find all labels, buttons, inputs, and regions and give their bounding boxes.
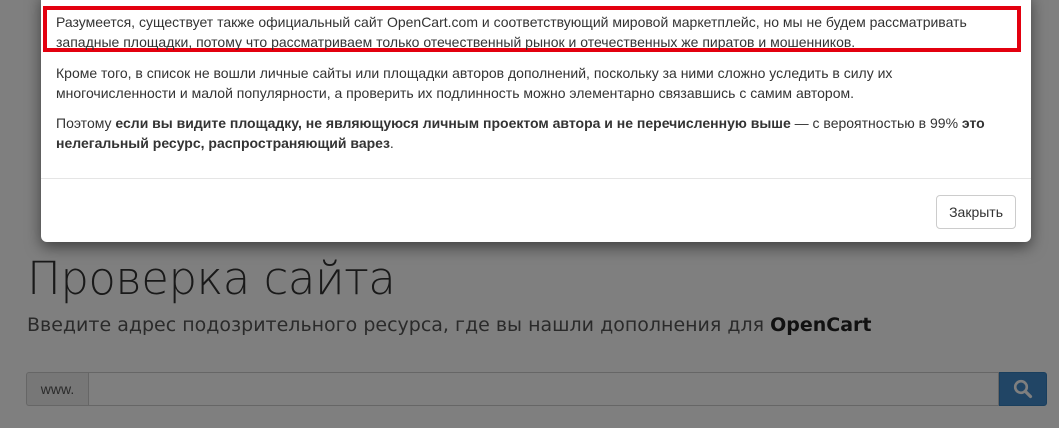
warning-bold-1: если вы видите площадку, не являющуюся л… <box>115 115 791 131</box>
paragraph-warning: Поэтому если вы видите площадку, не явля… <box>56 113 1016 153</box>
modal-body: Разумеется, существует также официальный… <box>41 0 1031 178</box>
close-button[interactable]: Закрыть <box>936 195 1016 229</box>
modal-dialog: Разумеется, существует также официальный… <box>41 0 1031 242</box>
modal-footer: Закрыть <box>41 178 1031 242</box>
warning-text-1: Поэтому <box>56 115 116 131</box>
warning-text-2: — с вероятностью в 99% <box>790 115 962 131</box>
warning-text-3: . <box>389 135 394 151</box>
paragraph-personal-sites: Кроме того, в список не вошли личные сай… <box>56 65 893 101</box>
paragraph-official-site: Разумеется, существует также официальный… <box>56 14 967 50</box>
